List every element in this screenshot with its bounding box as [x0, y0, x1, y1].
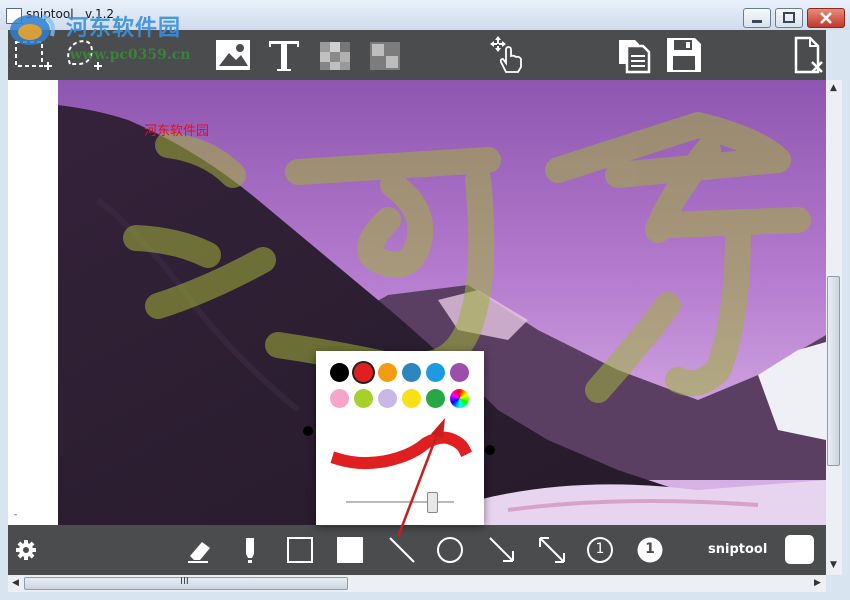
horizontal-scroll-thumb[interactable]: III	[24, 576, 348, 590]
save-icon[interactable]	[663, 34, 705, 76]
arrow-icon[interactable]	[486, 534, 518, 566]
close-file-icon[interactable]	[786, 34, 828, 76]
color-swatch-5[interactable]	[450, 363, 469, 382]
scroll-down-arrow-icon[interactable]: ▼	[830, 560, 837, 570]
eraser-icon[interactable]	[184, 534, 216, 566]
double-arrow-icon[interactable]	[536, 534, 568, 566]
blur-icon[interactable]	[364, 34, 406, 76]
number-outline-label: 1	[595, 541, 605, 557]
close-button[interactable]	[807, 8, 845, 28]
rectangle-filled-icon[interactable]	[334, 534, 366, 566]
color-swatch-7[interactable]	[354, 389, 373, 408]
color-swatch-3[interactable]	[402, 363, 421, 382]
horizontal-scrollbar[interactable]: ◀ III ▶	[8, 575, 826, 592]
watermark-url: www.pc0359.cn	[70, 47, 191, 63]
line-icon[interactable]	[386, 534, 418, 566]
stroke-size-slider-thumb[interactable]	[427, 492, 439, 513]
maximize-button[interactable]	[775, 8, 803, 28]
color-swatch-2[interactable]	[378, 363, 397, 382]
watermark-site-name: 河东软件园	[66, 15, 182, 41]
page-marker: -	[14, 510, 18, 520]
text-icon[interactable]	[263, 34, 305, 76]
pixelate-icon[interactable]	[314, 34, 356, 76]
current-color-swatch[interactable]	[785, 535, 814, 564]
image-icon[interactable]	[212, 34, 254, 76]
text-annotation[interactable]: 河东软件园	[144, 120, 209, 139]
watermark-logo	[10, 14, 55, 45]
scroll-up-arrow-icon[interactable]: ▲	[830, 83, 837, 93]
number-outline-icon[interactable]: 1	[584, 534, 616, 566]
color-swatch-10[interactable]	[426, 389, 445, 408]
bottom-toolbar: 1 1 sniptool	[8, 525, 826, 575]
color-swatch-1[interactable]	[354, 363, 373, 382]
scroll-grip: III	[180, 576, 189, 587]
color-palette-popup	[316, 351, 484, 525]
color-swatch-11[interactable]	[450, 389, 469, 408]
scroll-right-arrow-icon[interactable]: ▶	[814, 578, 821, 588]
color-swatch-4[interactable]	[426, 363, 445, 382]
stroke-preview	[330, 431, 473, 470]
minimize-button[interactable]	[743, 8, 771, 28]
copy-icon[interactable]	[613, 34, 655, 76]
color-swatch-9[interactable]	[402, 389, 421, 408]
settings-icon[interactable]	[10, 534, 42, 566]
scroll-left-arrow-icon[interactable]: ◀	[12, 578, 19, 588]
marker-icon[interactable]	[234, 534, 266, 566]
rectangle-outline-icon[interactable]	[284, 534, 316, 566]
brand-label: sniptool	[708, 542, 768, 557]
color-swatch-6[interactable]	[330, 389, 349, 408]
color-swatch-8[interactable]	[378, 389, 397, 408]
vertical-scrollbar[interactable]: ▲ ▼	[826, 80, 842, 575]
move-hand-icon[interactable]	[486, 34, 528, 76]
color-swatch-0[interactable]	[330, 363, 349, 382]
number-filled-label: 1	[645, 541, 655, 557]
circle-icon[interactable]	[434, 534, 466, 566]
vertical-scroll-thumb[interactable]	[827, 276, 840, 466]
number-filled-icon[interactable]: 1	[634, 534, 666, 566]
